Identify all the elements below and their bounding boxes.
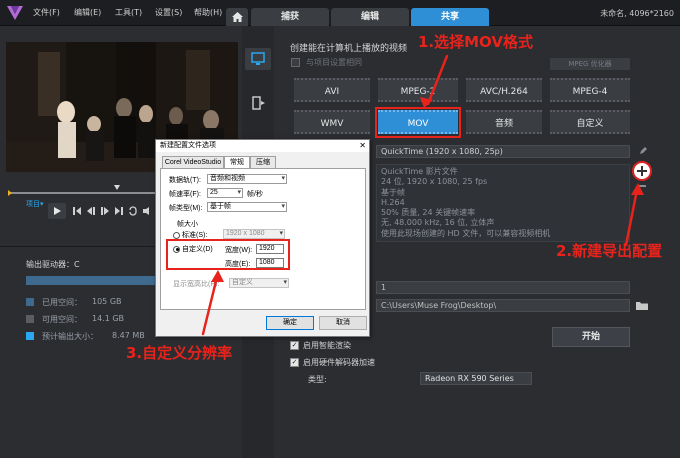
annotation-step1: 1.选择MOV格式	[418, 33, 534, 51]
annotation-step3: 3.自定义分辨率	[126, 344, 233, 362]
annotation-step2: 2.新建导出配置	[556, 242, 663, 260]
annotation-arrows	[201, 54, 644, 336]
